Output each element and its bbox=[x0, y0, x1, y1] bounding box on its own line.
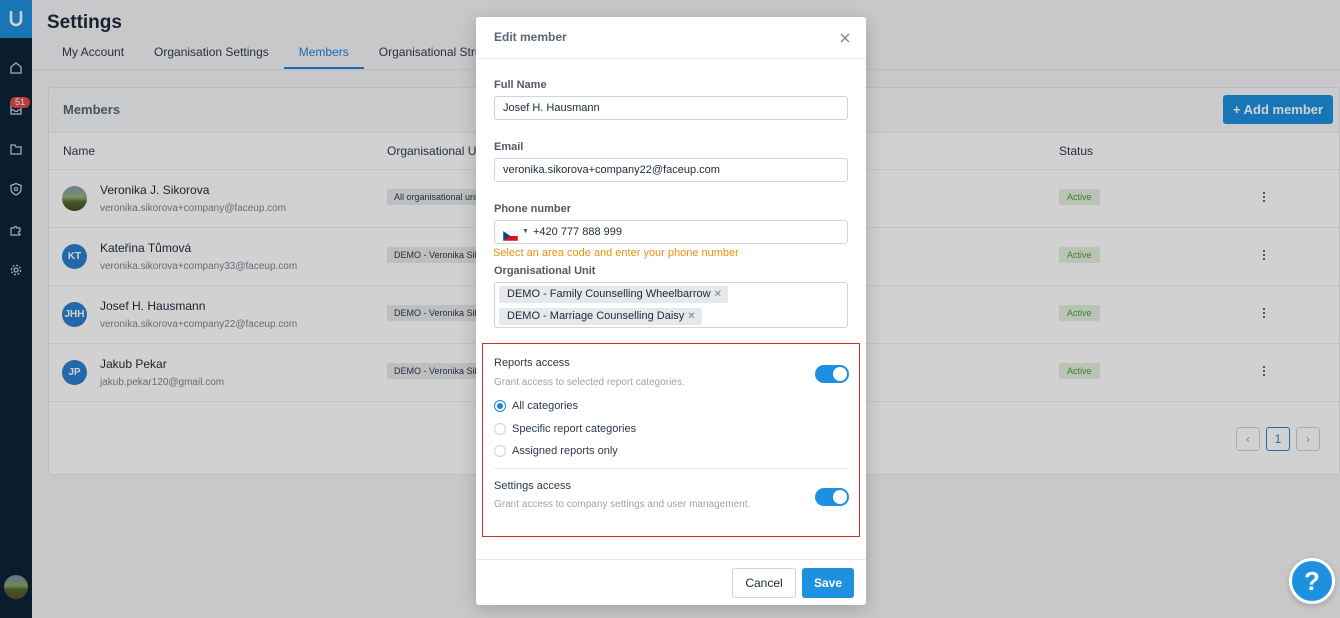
czech-flag-icon[interactable] bbox=[502, 228, 519, 242]
radio-indicator[interactable] bbox=[494, 445, 506, 457]
phone-label: Phone number bbox=[494, 203, 572, 215]
radio-indicator[interactable] bbox=[494, 423, 506, 435]
remove-tag-icon[interactable]: ✕ bbox=[687, 311, 695, 322]
phone-input[interactable] bbox=[533, 223, 833, 241]
reports-access-description: Grant access to selected report categori… bbox=[494, 377, 685, 388]
access-divider bbox=[494, 468, 849, 469]
radio-indicator[interactable] bbox=[494, 400, 506, 412]
radio-all-categories[interactable]: All categories bbox=[494, 398, 578, 414]
unit-tag-label: DEMO - Marriage Counselling Daisy bbox=[507, 310, 685, 322]
close-icon[interactable] bbox=[836, 29, 854, 47]
radio-label: Specific report categories bbox=[512, 423, 637, 435]
email-label: Email bbox=[494, 141, 524, 153]
full-name-label: Full Name bbox=[494, 79, 547, 91]
save-button[interactable]: Save bbox=[802, 568, 854, 598]
cancel-button[interactable]: Cancel bbox=[732, 568, 796, 598]
unit-tag-label: DEMO - Family Counselling Wheelbarrow bbox=[507, 288, 711, 300]
edit-member-modal: Edit member Full Name Email Phone number… bbox=[476, 17, 866, 605]
access-section: Reports access Grant access to selected … bbox=[482, 343, 860, 537]
reports-access-title: Reports access bbox=[494, 357, 570, 369]
organisational-unit-select[interactable]: DEMO - Family Counselling Wheelbarrow ✕ D… bbox=[494, 282, 848, 328]
phone-field: ▼ bbox=[494, 220, 848, 244]
organisational-unit-label: Organisational Unit bbox=[494, 265, 596, 277]
settings-access-description: Grant access to company settings and use… bbox=[494, 499, 751, 510]
modal-title: Edit member bbox=[494, 30, 567, 44]
unit-tag: DEMO - Family Counselling Wheelbarrow ✕ bbox=[499, 286, 728, 303]
email-input[interactable] bbox=[494, 158, 848, 182]
radio-assigned-reports[interactable]: Assigned reports only bbox=[494, 443, 618, 459]
remove-tag-icon[interactable]: ✕ bbox=[714, 289, 722, 300]
settings-access-toggle[interactable] bbox=[815, 488, 849, 506]
modal-footer: Cancel Save bbox=[476, 559, 866, 605]
settings-access-title: Settings access bbox=[494, 480, 572, 492]
radio-label: Assigned reports only bbox=[512, 445, 618, 457]
radio-label: All categories bbox=[512, 400, 579, 412]
radio-specific-categories[interactable]: Specific report categories bbox=[494, 421, 636, 437]
full-name-input[interactable] bbox=[494, 96, 848, 120]
reports-access-toggle[interactable] bbox=[815, 365, 849, 383]
phone-hint: Select an area code and enter your phone… bbox=[493, 247, 739, 259]
unit-tag: DEMO - Marriage Counselling Daisy ✕ bbox=[499, 308, 702, 325]
modal-header: Edit member bbox=[476, 17, 866, 59]
chevron-down-icon[interactable]: ▼ bbox=[522, 228, 529, 235]
help-button[interactable]: ? bbox=[1289, 558, 1335, 604]
